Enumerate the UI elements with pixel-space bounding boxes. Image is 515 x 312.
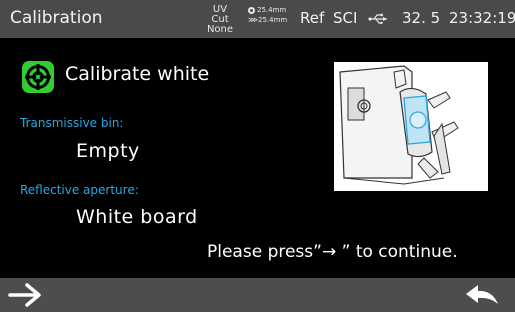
gear-icon — [22, 61, 54, 93]
instrument-illustration — [334, 62, 488, 191]
reflective-aperture-label: Reflective aperture: — [20, 183, 139, 197]
aperture-setting: 25.4mm ⋙ 25.4mm — [248, 5, 287, 25]
temperature-readout: 32. 5 — [402, 9, 441, 27]
bottom-bar — [0, 278, 515, 312]
transmissive-bin-value: Empty — [76, 140, 140, 162]
aperture-icon — [248, 6, 255, 14]
return-icon[interactable] — [462, 282, 502, 308]
usb-icon — [368, 13, 387, 25]
mode-sci: SCI — [333, 9, 358, 27]
clock: 23:32:19 — [449, 9, 515, 27]
uv-cut-value: Cut None — [206, 14, 234, 35]
illumination-icon: ⋙ — [248, 15, 258, 24]
uv-setting: UV Cut None — [197, 5, 243, 35]
page-title: Calibrate white — [65, 63, 210, 85]
mode-ref: Ref — [300, 9, 325, 27]
aperture-measure-value: 25.4mm — [257, 6, 287, 14]
status-bar: Calibration UV Cut None 25.4mm ⋙ 25.4mm … — [0, 0, 515, 38]
transmissive-bin-label: Transmissive bin: — [20, 116, 124, 130]
reflective-aperture-value: White board — [76, 206, 198, 228]
arrow-right-icon[interactable] — [6, 282, 46, 308]
screen-title: Calibration — [10, 8, 103, 28]
continue-prompt: Please press”→ ” to continue. — [207, 242, 458, 262]
aperture-illum-value: 25.4mm — [258, 16, 288, 24]
